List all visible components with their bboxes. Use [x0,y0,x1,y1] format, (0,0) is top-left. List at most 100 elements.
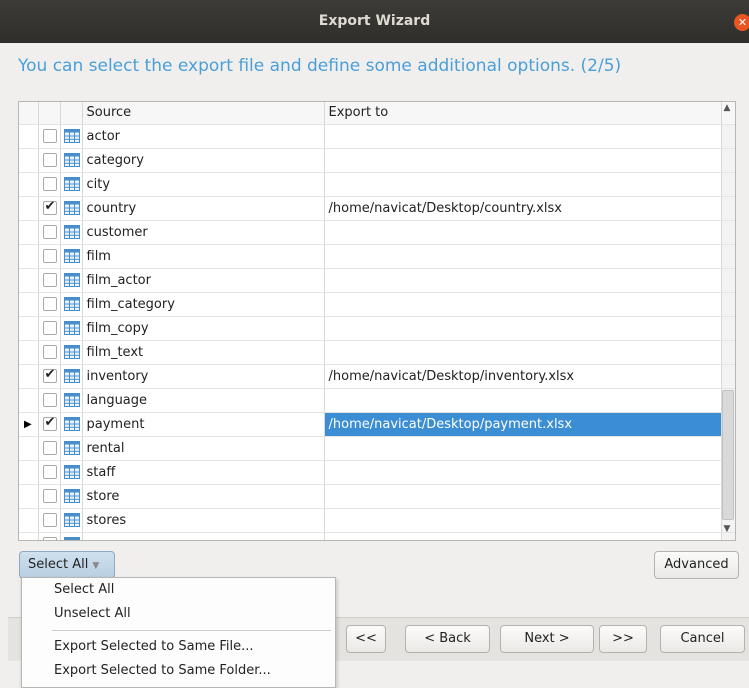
row-checkbox[interactable] [42,297,57,311]
header-export-to[interactable]: Export to [324,102,722,125]
table-row[interactable]: film_copy [19,316,735,341]
scrollbar-track-cell[interactable] [720,220,735,245]
row-checkbox-cell[interactable] [38,532,61,540]
table-row[interactable]: inventory/home/navicat/Desktop/inventory… [19,364,735,389]
source-cell[interactable]: store [82,484,325,509]
export-to-cell[interactable] [324,460,722,485]
export-to-cell[interactable] [324,124,722,149]
export-to-cell[interactable] [324,532,722,540]
source-cell[interactable]: customer [82,220,325,245]
source-cell[interactable]: country [82,196,325,221]
source-cell[interactable]: language [82,388,325,413]
close-icon[interactable]: ✕ [734,14,749,31]
scrollbar-track-cell[interactable] [720,244,735,269]
source-cell[interactable]: film_copy [82,316,325,341]
scroll-down-arrow-icon[interactable]: ▼ [720,524,734,538]
row-checkbox[interactable] [42,513,57,527]
export-to-cell[interactable] [324,268,722,293]
table-row[interactable]: country/home/navicat/Desktop/country.xls… [19,196,735,221]
export-to-cell[interactable] [324,436,722,461]
scrollbar-thumb[interactable] [722,390,734,520]
scrollbar-track-cell[interactable] [720,268,735,293]
table-row[interactable]: film_text [19,340,735,365]
next-button[interactable]: Next > [500,625,594,653]
export-to-cell[interactable] [324,172,722,197]
row-checkbox[interactable] [42,153,57,167]
table-row[interactable]: ▶ payment/home/navicat/Desktop/payment.xl… [19,412,735,437]
scroll-up-arrow-icon[interactable]: ▲ [720,103,734,117]
export-to-cell[interactable]: /home/navicat/Desktop/country.xlsx [324,196,722,221]
source-cell[interactable]: payment [82,412,325,437]
table-row[interactable]: film_category [19,292,735,317]
scrollbar-track-cell[interactable] [720,172,735,197]
table-row[interactable]: city [19,172,735,197]
table-row[interactable]: film_actor [19,268,735,293]
row-checkbox[interactable] [42,441,57,455]
source-cell[interactable]: film [82,244,325,269]
row-checkbox-cell[interactable] [38,220,61,245]
menu-item-export-same-file[interactable]: Export Selected to Same File... [22,635,335,659]
table-row[interactable]: rental [19,436,735,461]
row-checkbox[interactable] [42,129,57,143]
row-checkbox[interactable] [42,249,57,263]
source-cell[interactable]: film_text [82,340,325,365]
table-row[interactable]: staff [19,460,735,485]
row-checkbox[interactable] [42,345,57,359]
export-to-cell[interactable] [324,244,722,269]
cancel-button[interactable]: Cancel [660,625,745,653]
row-checkbox[interactable] [42,177,57,191]
source-cell[interactable] [82,532,325,540]
source-cell[interactable]: film_category [82,292,325,317]
row-checkbox-cell[interactable] [38,388,61,413]
row-checkbox[interactable] [42,415,57,431]
source-cell[interactable]: inventory [82,364,325,389]
header-source[interactable]: Source [82,102,325,125]
export-to-cell[interactable]: /home/navicat/Desktop/inventory.xlsx [324,364,722,389]
row-checkbox-cell[interactable] [38,484,61,509]
row-checkbox-cell[interactable] [38,292,61,317]
row-checkbox[interactable] [42,199,57,215]
scrollbar-track-cell[interactable] [720,124,735,149]
scrollbar-track-cell[interactable] [720,364,735,389]
source-cell[interactable]: city [82,172,325,197]
export-to-cell[interactable] [324,316,722,341]
back-button[interactable]: < Back [405,625,490,653]
table-row[interactable]: store [19,484,735,509]
table-row[interactable]: actor [19,124,735,149]
export-to-cell[interactable] [324,388,722,413]
table-row[interactable]: category [19,148,735,173]
select-all-dropdown-button[interactable]: Select All ▼ [19,551,115,579]
first-step-button[interactable]: << [346,625,386,653]
row-checkbox[interactable] [42,273,57,287]
row-checkbox-cell[interactable] [38,364,61,389]
row-checkbox-cell[interactable] [38,340,61,365]
row-checkbox[interactable] [42,225,57,239]
export-to-cell[interactable] [324,220,722,245]
export-to-cell[interactable] [324,148,722,173]
source-cell[interactable]: staff [82,460,325,485]
row-checkbox-cell[interactable] [38,124,61,149]
export-to-cell[interactable] [324,508,722,533]
scrollbar-track-cell[interactable] [720,340,735,365]
row-checkbox[interactable] [42,321,57,335]
row-checkbox[interactable] [42,537,57,540]
menu-item-unselect-all[interactable]: Unselect All [22,602,335,626]
table-row[interactable]: customer [19,220,735,245]
table-row[interactable]: language [19,388,735,413]
row-checkbox-cell[interactable] [38,508,61,533]
table-row[interactable] [19,532,735,540]
row-checkbox-cell[interactable] [38,460,61,485]
row-checkbox-cell[interactable] [38,172,61,197]
menu-item-export-same-folder[interactable]: Export Selected to Same Folder... [22,659,335,683]
source-cell[interactable]: rental [82,436,325,461]
scrollbar-track-cell[interactable] [720,196,735,221]
row-checkbox[interactable] [42,367,57,383]
row-checkbox-cell[interactable] [38,268,61,293]
scrollbar-track-cell[interactable] [720,148,735,173]
export-to-cell[interactable] [324,292,722,317]
row-checkbox-cell[interactable] [38,196,61,221]
export-to-cell[interactable] [324,340,722,365]
row-checkbox-cell[interactable] [38,412,61,437]
export-to-cell[interactable] [324,484,722,509]
row-checkbox[interactable] [42,465,57,479]
